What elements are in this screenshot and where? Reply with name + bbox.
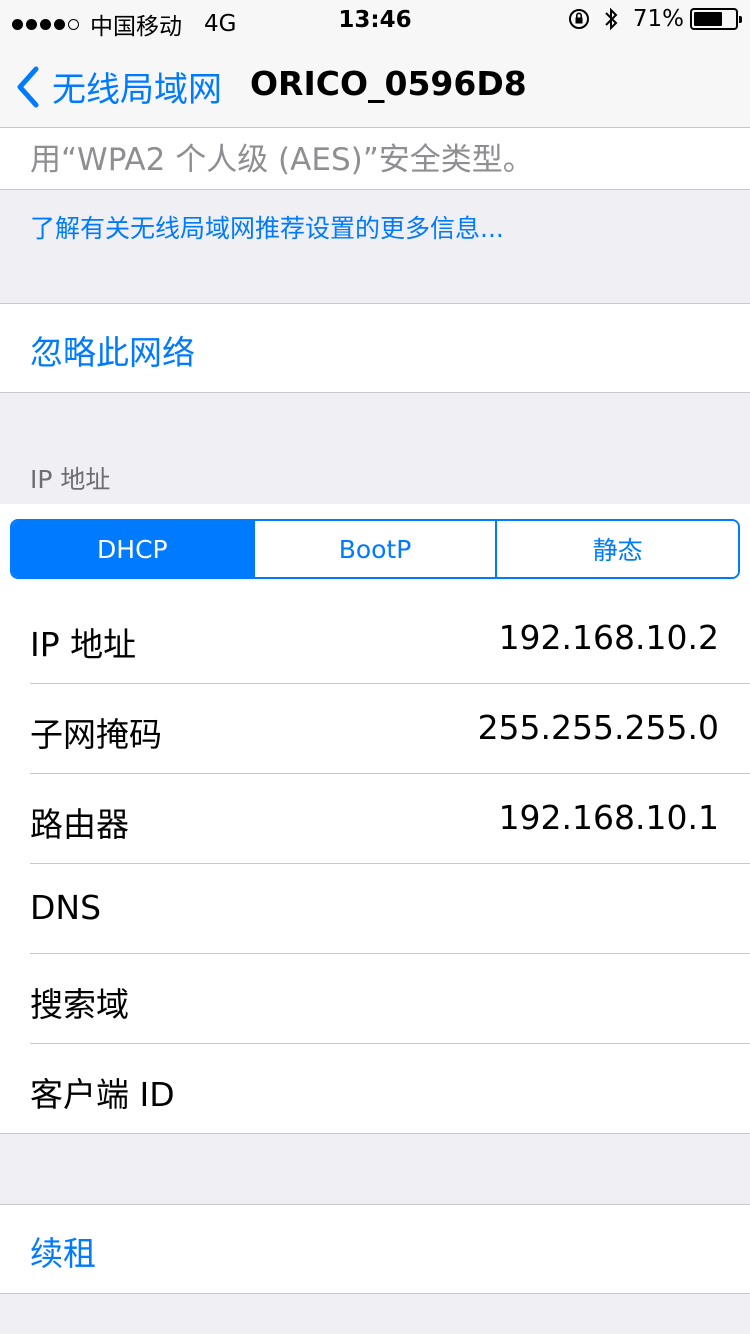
row-label: 路由器 (30, 805, 129, 844)
renew-lease-button[interactable]: 续租 (0, 1204, 750, 1294)
page-title: ORICO_0596D8 (250, 64, 527, 103)
ip-details-table: IP 地址 192.168.10.2 子网掩码 255.255.255.0 路由… (0, 594, 750, 1134)
row-label: DNS (30, 888, 102, 927)
row-router: 路由器 192.168.10.1 (0, 774, 750, 864)
row-ip-address: IP 地址 192.168.10.2 (0, 594, 750, 684)
chevron-left-icon (17, 66, 39, 107)
row-value: 255.255.255.0 (477, 708, 719, 747)
row-value: 192.168.10.2 (498, 618, 719, 657)
renew-lease-label: 续租 (30, 1234, 96, 1273)
battery-icon (690, 8, 742, 30)
row-subnet-mask: 子网掩码 255.255.255.0 (0, 684, 750, 774)
back-button[interactable]: 无线局域网 (14, 62, 222, 111)
row-label: 搜索域 (30, 985, 129, 1024)
ip-mode-segmented-control: DHCP BootP 静态 (10, 519, 740, 579)
segment-dhcp[interactable]: DHCP (12, 521, 255, 577)
status-bar: 中国移动 4G 13:46 71% (0, 0, 750, 40)
navigation-bar: 无线局域网 ORICO_0596D8 (0, 40, 750, 128)
forget-network-label: 忽略此网络 (30, 333, 195, 372)
row-value: 192.168.10.1 (498, 798, 719, 837)
forget-network-button[interactable]: 忽略此网络 (0, 303, 750, 393)
orientation-lock-icon (568, 9, 589, 29)
security-hint-text: 用“WPA2 个人级 (AES)”安全类型。 (30, 142, 534, 178)
row-label: IP 地址 (30, 625, 137, 664)
segment-static[interactable]: 静态 (497, 521, 738, 577)
row-dns[interactable]: DNS (0, 864, 750, 954)
battery-percentage: 71% (632, 6, 684, 32)
back-button-label: 无线局域网 (52, 70, 222, 110)
ip-mode-control-cell: DHCP BootP 静态 (0, 504, 750, 594)
ip-section-header: IP 地址 (30, 465, 111, 494)
wlan-info-link[interactable]: 了解有关无线局域网推荐设置的更多信息... (30, 209, 504, 245)
bluetooth-icon (605, 7, 618, 31)
row-label: 子网掩码 (30, 715, 162, 754)
row-client-id[interactable]: 客户端 ID (0, 1044, 750, 1134)
row-search-domain[interactable]: 搜索域 (0, 954, 750, 1044)
row-label: 客户端 ID (30, 1075, 175, 1114)
segment-bootp[interactable]: BootP (254, 521, 498, 577)
security-hint-cell: 用“WPA2 个人级 (AES)”安全类型。 (0, 128, 750, 190)
